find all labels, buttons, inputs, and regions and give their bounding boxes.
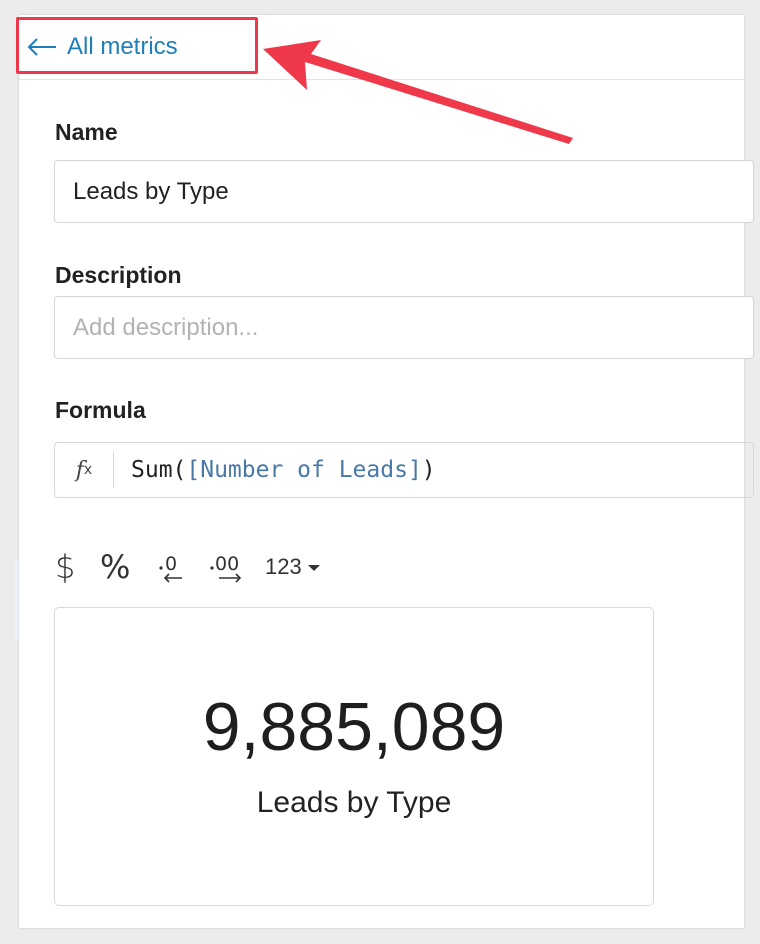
- decrease-decimals-icon: 0: [159, 553, 182, 583]
- svg-text:00: 00: [215, 553, 239, 575]
- increase-decimals-icon: 00: [210, 553, 242, 583]
- number-format-label: 123: [265, 554, 302, 579]
- formula-label: Formula: [55, 397, 146, 423]
- percent-format-button[interactable]: %: [100, 542, 155, 592]
- arrow-left-icon: [27, 38, 56, 56]
- panel-header: All metrics: [19, 15, 744, 80]
- formula-field[interactable]: fx Sum([Number of Leads]): [54, 442, 754, 498]
- formula-expression[interactable]: Sum([Number of Leads]): [114, 457, 436, 483]
- increase-decimals-button[interactable]: 00: [207, 542, 259, 592]
- back-link-label[interactable]: All metrics: [67, 33, 178, 61]
- format-toolbar: $ % 0 00 123: [55, 542, 320, 592]
- description-field[interactable]: Add description...: [54, 296, 754, 359]
- name-label: Name: [55, 119, 118, 145]
- all-metrics-back-link[interactable]: All metrics: [27, 29, 178, 65]
- formula-reference: [Number of Leads]: [186, 457, 422, 483]
- svg-text:0: 0: [165, 553, 177, 575]
- metric-preview-value: 9,885,089: [202, 689, 506, 765]
- decrease-decimals-button[interactable]: 0: [155, 542, 207, 592]
- currency-format-button[interactable]: $: [55, 542, 100, 592]
- formula-function: Sum(: [131, 457, 187, 483]
- metric-editor-panel: All metrics Name Leads by Type Descripti…: [19, 15, 754, 928]
- chevron-down-icon: [307, 565, 320, 571]
- metric-preview-label: Leads by Type: [256, 786, 452, 819]
- metric-preview-card: 9,885,089 Leads by Type: [54, 607, 654, 906]
- description-label: Description: [55, 262, 182, 288]
- formula-close: ): [421, 457, 436, 483]
- name-field[interactable]: Leads by Type: [54, 160, 754, 223]
- fx-icon: fx: [55, 452, 114, 488]
- number-format-dropdown[interactable]: 123: [265, 542, 320, 592]
